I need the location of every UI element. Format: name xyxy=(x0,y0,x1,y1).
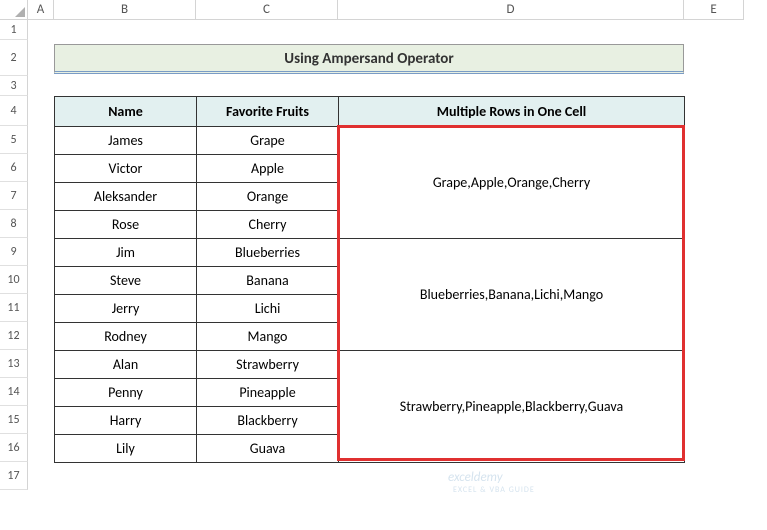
row-header-13[interactable]: 13 xyxy=(0,350,28,378)
select-all-corner[interactable] xyxy=(0,0,28,20)
title-cell[interactable]: Using Ampersand Operator xyxy=(54,44,684,74)
row-header-9[interactable]: 9 xyxy=(0,238,28,266)
col-header-a[interactable]: A xyxy=(28,0,54,20)
cell-name[interactable]: Rose xyxy=(55,211,197,239)
cell-name[interactable]: Jerry xyxy=(55,295,197,323)
cell-fruit[interactable]: Blueberries xyxy=(197,239,339,267)
table-row: Alan Strawberry Strawberry,Pineapple,Bla… xyxy=(55,351,685,379)
col-header-e[interactable]: E xyxy=(684,0,744,20)
cell-name[interactable]: Penny xyxy=(55,379,197,407)
table-row: James Grape Grape,Apple,Orange,Cherry xyxy=(55,127,685,155)
cell-name[interactable]: Steve xyxy=(55,267,197,295)
col-header-d[interactable]: D xyxy=(338,0,684,20)
row-header-2[interactable]: 2 xyxy=(0,40,28,76)
row-headers: 1 2 3 4 5 6 7 8 9 10 11 12 13 14 15 16 1… xyxy=(0,20,28,490)
cell-name[interactable]: Jim xyxy=(55,239,197,267)
column-headers-row: A B C D E xyxy=(0,0,767,20)
row-header-1[interactable]: 1 xyxy=(0,20,28,40)
row-header-4[interactable]: 4 xyxy=(0,96,28,126)
header-fruits[interactable]: Favorite Fruits xyxy=(197,97,339,127)
row-header-8[interactable]: 8 xyxy=(0,210,28,238)
cell-fruit[interactable]: Orange xyxy=(197,183,339,211)
cell-fruit[interactable]: Strawberry xyxy=(197,351,339,379)
cell-fruit[interactable]: Blackberry xyxy=(197,407,339,435)
cell-name[interactable]: Lily xyxy=(55,435,197,463)
cell-fruit[interactable]: Banana xyxy=(197,267,339,295)
cell-merged[interactable]: Grape,Apple,Orange,Cherry xyxy=(339,127,685,239)
row-header-7[interactable]: 7 xyxy=(0,182,28,210)
cell-fruit[interactable]: Guava xyxy=(197,435,339,463)
row-header-12[interactable]: 12 xyxy=(0,322,28,350)
row-header-17[interactable]: 17 xyxy=(0,462,28,490)
watermark-text: exceldemy xyxy=(448,470,503,485)
cell-fruit[interactable]: Mango xyxy=(197,323,339,351)
row-header-10[interactable]: 10 xyxy=(0,266,28,294)
cell-name[interactable]: James xyxy=(55,127,197,155)
table-row: Jim Blueberries Blueberries,Banana,Lichi… xyxy=(55,239,685,267)
cell-merged[interactable]: Blueberries,Banana,Lichi,Mango xyxy=(339,239,685,351)
cell-fruit[interactable]: Lichi xyxy=(197,295,339,323)
cell-fruit[interactable]: Apple xyxy=(197,155,339,183)
row-header-3[interactable]: 3 xyxy=(0,76,28,96)
header-name[interactable]: Name xyxy=(55,97,197,127)
table-header-row: Name Favorite Fruits Multiple Rows in On… xyxy=(55,97,685,127)
row-header-16[interactable]: 16 xyxy=(0,434,28,462)
cell-name[interactable]: Alan xyxy=(55,351,197,379)
col-header-b[interactable]: B xyxy=(54,0,196,20)
col-header-c[interactable]: C xyxy=(196,0,338,20)
row-header-11[interactable]: 11 xyxy=(0,294,28,322)
cell-fruit[interactable]: Pineapple xyxy=(197,379,339,407)
data-table: Name Favorite Fruits Multiple Rows in On… xyxy=(54,96,685,463)
row-header-14[interactable]: 14 xyxy=(0,378,28,406)
cell-fruit[interactable]: Cherry xyxy=(197,211,339,239)
row-header-5[interactable]: 5 xyxy=(0,126,28,154)
cell-name[interactable]: Harry xyxy=(55,407,197,435)
cell-fruit[interactable]: Grape xyxy=(197,127,339,155)
watermark-subtext: EXCEL & VBA GUIDE xyxy=(453,485,535,495)
cell-name[interactable]: Rodney xyxy=(55,323,197,351)
cell-name[interactable]: Victor xyxy=(55,155,197,183)
header-multi[interactable]: Multiple Rows in One Cell xyxy=(339,97,685,127)
row-header-15[interactable]: 15 xyxy=(0,406,28,434)
cell-merged[interactable]: Strawberry,Pineapple,Blackberry,Guava xyxy=(339,351,685,463)
row-header-6[interactable]: 6 xyxy=(0,154,28,182)
cell-name[interactable]: Aleksander xyxy=(55,183,197,211)
